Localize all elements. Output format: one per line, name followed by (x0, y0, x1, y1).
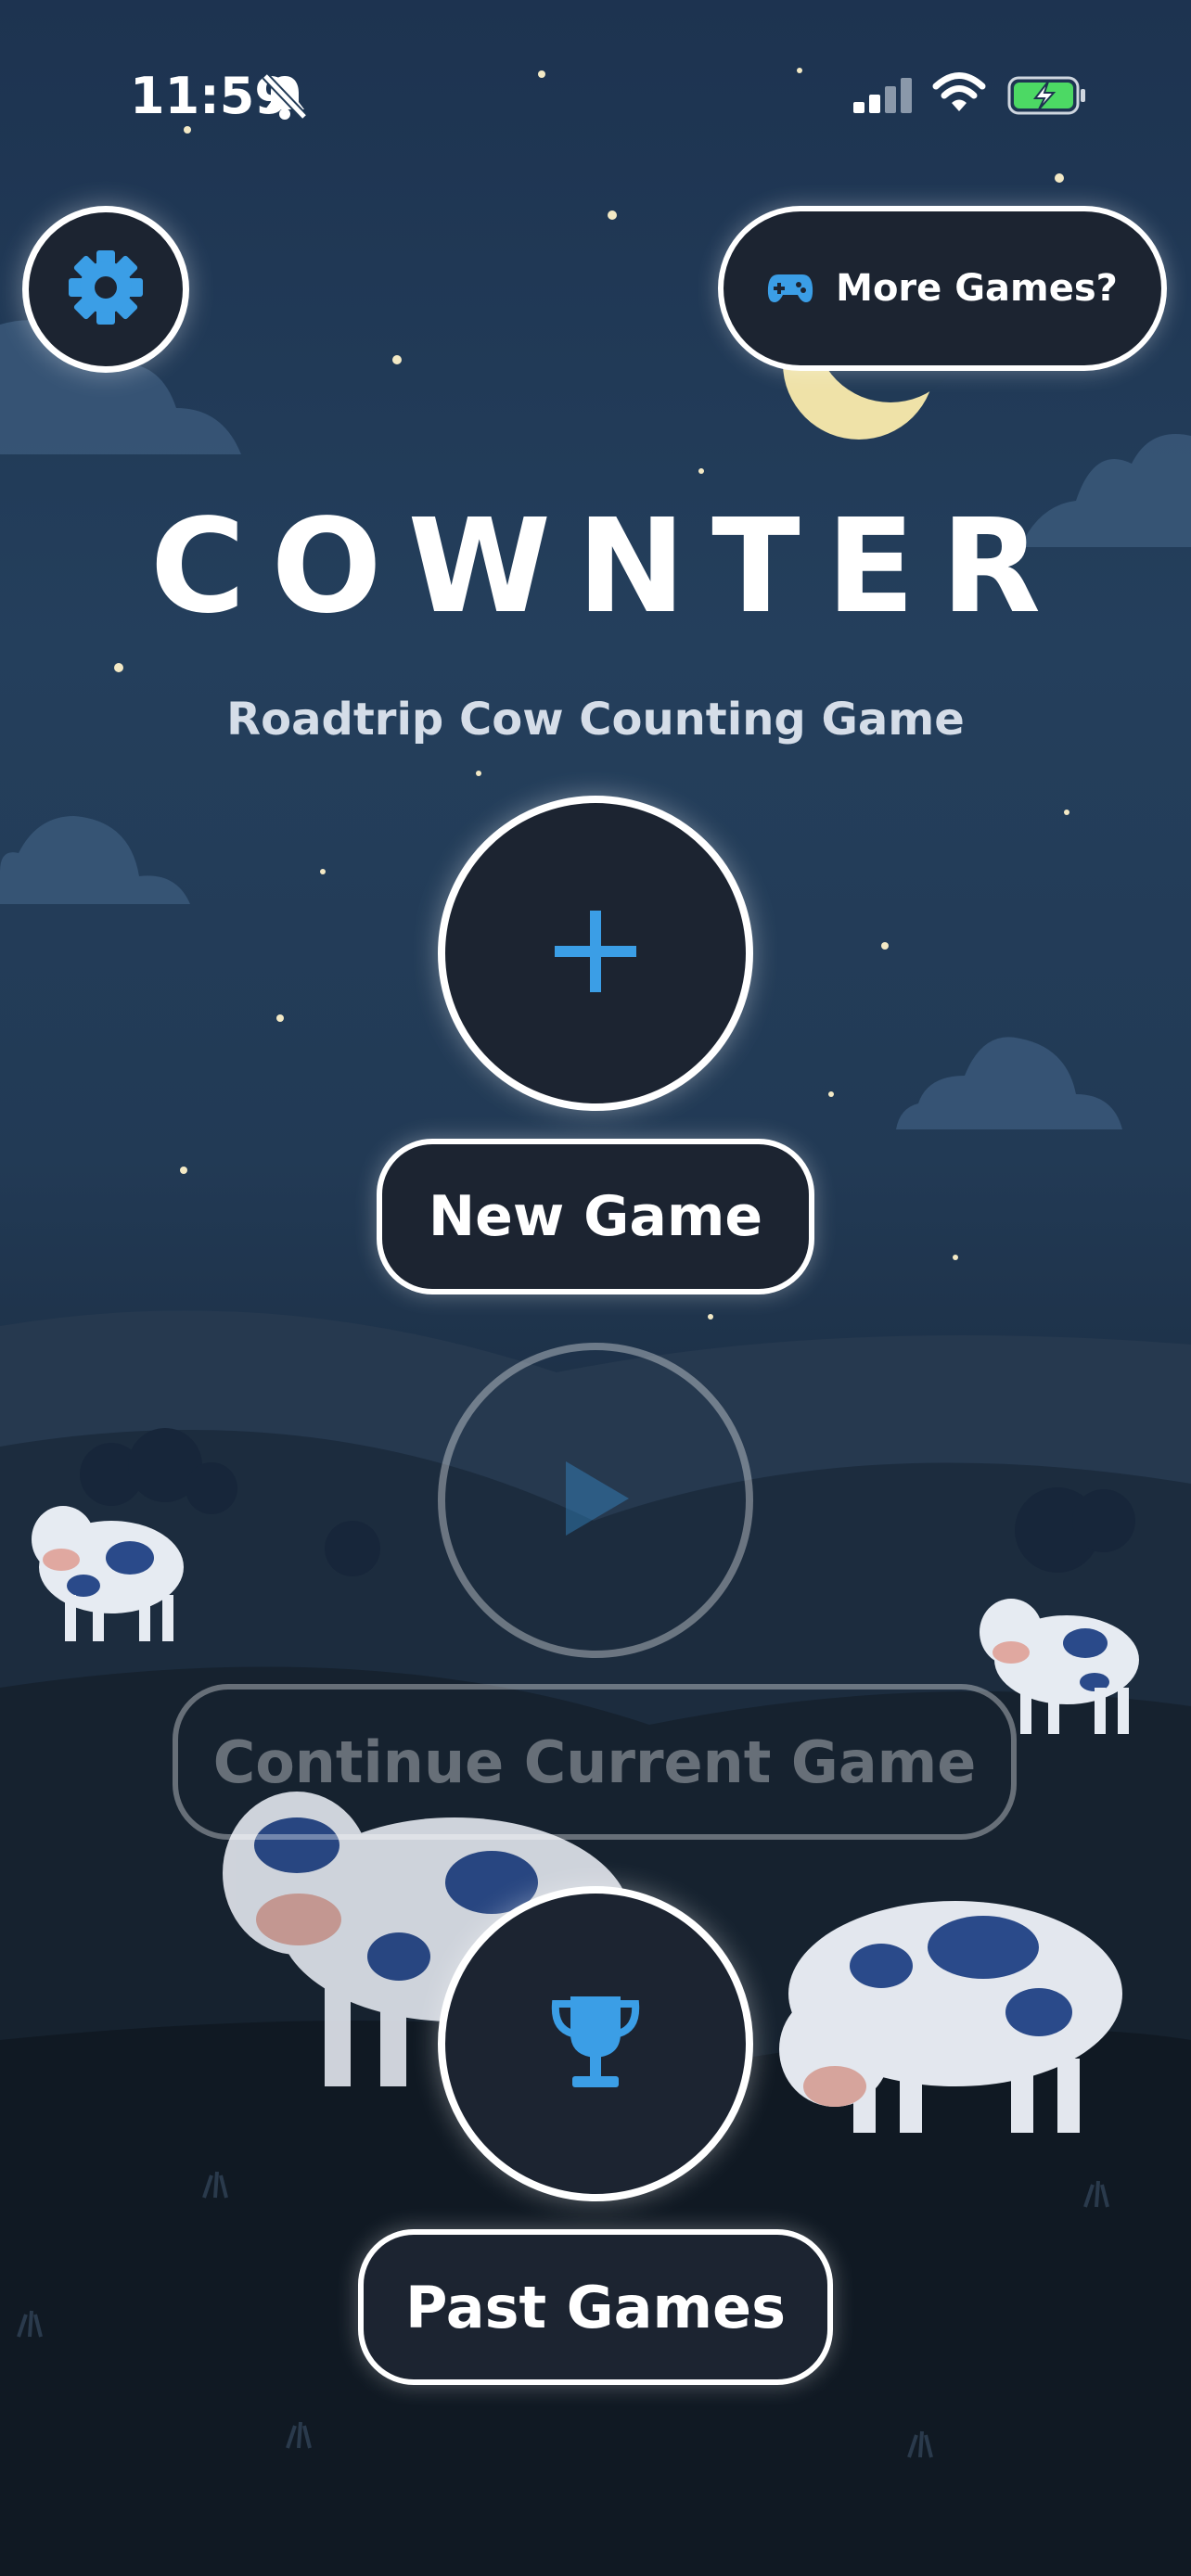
app-subtitle: Roadtrip Cow Counting Game (226, 694, 965, 746)
continue-game-button[interactable]: Continue Current Game (173, 1684, 1017, 1840)
new-game-circle-button[interactable] (438, 796, 753, 1111)
more-games-button[interactable]: More Games? (718, 206, 1167, 371)
cellular-signal-icon (852, 78, 913, 119)
past-games-circle-button[interactable] (438, 1886, 753, 2201)
bell-muted-icon (262, 72, 308, 124)
more-games-label: More Games? (836, 267, 1118, 310)
past-games-label: Past Games (404, 2273, 787, 2341)
wifi-icon (931, 70, 987, 117)
continue-game-label: Continue Current Game (212, 1728, 977, 1796)
continue-game-circle-button[interactable] (438, 1343, 753, 1658)
battery-charging-icon (1007, 76, 1087, 119)
app-title: COWNTER (149, 491, 1068, 643)
play-icon (558, 1454, 633, 1547)
new-game-label: New Game (428, 1184, 763, 1249)
new-game-button[interactable]: New Game (377, 1139, 814, 1294)
gear-icon (67, 249, 145, 330)
plus-icon (551, 907, 640, 1000)
past-games-button[interactable]: Past Games (358, 2229, 833, 2385)
status-bar: 11:59 (0, 67, 1191, 132)
gamepad-icon (767, 271, 813, 306)
trophy-icon (544, 1991, 647, 2097)
settings-button[interactable] (22, 206, 189, 373)
